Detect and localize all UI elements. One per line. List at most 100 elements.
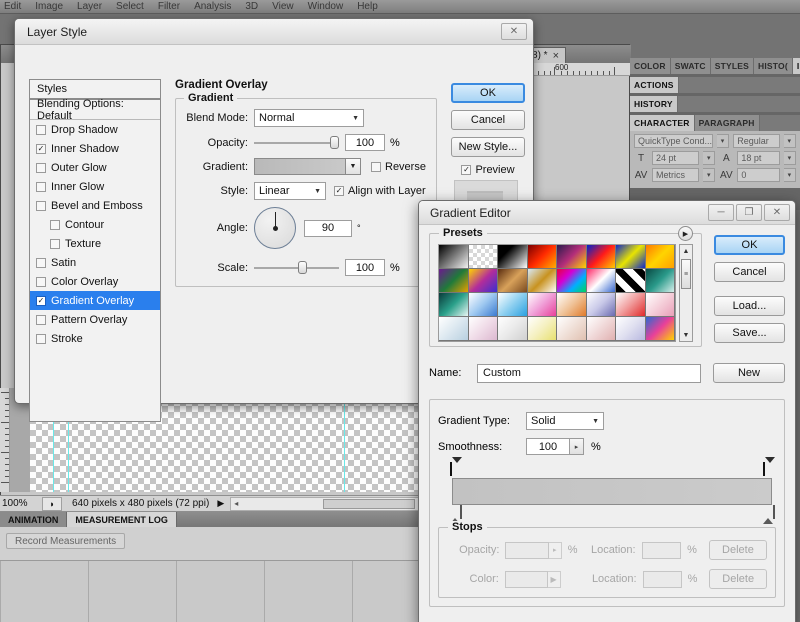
style-item-outer-glow[interactable]: Outer Glow (30, 158, 160, 177)
gradient-name-input[interactable]: Custom (477, 363, 701, 383)
chevron-down-icon[interactable]: ▼ (346, 158, 361, 175)
style-item-satin[interactable]: Satin (30, 253, 160, 272)
load-button[interactable]: Load... (714, 296, 785, 316)
menu-item-edit[interactable]: Edit (4, 1, 21, 12)
color-stop-right[interactable] (763, 505, 775, 524)
scale-input[interactable]: 100 (345, 259, 385, 276)
menu-item-filter[interactable]: Filter (158, 1, 180, 12)
tracking-field[interactable]: 0 (737, 168, 780, 182)
gradient-swatch[interactable] (254, 158, 346, 175)
slider-knob[interactable] (330, 136, 339, 149)
preset-swatch[interactable] (616, 293, 646, 317)
close-icon[interactable]: × (553, 50, 559, 62)
style-item-color-overlay[interactable]: Color Overlay (30, 272, 160, 291)
gradient-preview-strip[interactable] (452, 478, 772, 505)
tab-character[interactable]: CHARACTER (630, 115, 695, 131)
menu-item-view[interactable]: View (272, 1, 294, 12)
chevron-down-icon[interactable]: ▾ (783, 168, 796, 182)
style-item-contour[interactable]: Contour (30, 215, 160, 234)
preset-swatch[interactable] (498, 293, 528, 317)
smoothness-input[interactable]: 100 (526, 438, 570, 455)
preset-swatch[interactable] (557, 317, 587, 341)
layer-style-title-bar[interactable]: Layer Style ✕ (15, 19, 533, 45)
preset-swatch-grid[interactable] (438, 244, 676, 342)
chevron-down-icon[interactable]: ▾ (783, 134, 797, 148)
style-item-pattern-overlay[interactable]: Pattern Overlay (30, 310, 160, 329)
presets-flyout-icon[interactable]: ▶ (678, 226, 693, 241)
chevron-down-icon[interactable]: ▾ (703, 151, 716, 165)
leading-field[interactable]: 18 pt (737, 151, 780, 165)
kerning-field[interactable]: Metrics (651, 168, 700, 182)
close-icon[interactable]: ✕ (764, 204, 790, 221)
preset-swatch[interactable] (527, 269, 557, 293)
tab-measurement-log[interactable]: MEASUREMENT LOG (67, 512, 177, 527)
scroll-up-icon[interactable]: ▲ (680, 245, 692, 257)
style-item-texture[interactable]: Texture (30, 234, 160, 253)
tab-styles[interactable]: STYLES (710, 58, 755, 74)
preset-swatch[interactable] (616, 245, 646, 269)
horizontal-scrollbar[interactable]: ◂ ||| (230, 496, 430, 511)
preset-swatch[interactable] (586, 245, 616, 269)
style-item-inner-shadow[interactable]: ✓ Inner Shadow (30, 139, 160, 158)
ok-button[interactable]: OK (714, 235, 785, 255)
preset-swatch[interactable] (645, 245, 675, 269)
checkbox[interactable] (36, 162, 46, 173)
checkbox[interactable] (50, 219, 60, 230)
cancel-button[interactable]: Cancel (714, 262, 785, 282)
tab-color[interactable]: COLOR (630, 58, 671, 74)
preset-swatch[interactable] (498, 317, 528, 341)
menu-item-image[interactable]: Image (35, 1, 63, 12)
angle-dial[interactable] (254, 207, 296, 249)
styles-list[interactable]: Styles Blending Options: Default Drop Sh… (29, 79, 161, 422)
font-size-field[interactable]: 24 pt (651, 151, 700, 165)
preset-swatch[interactable] (498, 269, 528, 293)
preset-swatch[interactable] (468, 269, 498, 293)
checkbox[interactable] (36, 276, 46, 287)
preset-swatch[interactable] (468, 317, 498, 341)
save-button[interactable]: Save... (714, 323, 785, 343)
scroll-left-icon[interactable]: ◂ (234, 499, 238, 508)
checkbox[interactable] (36, 314, 46, 325)
preset-scrollbar[interactable]: ▲ ≡ ▼ (679, 244, 693, 342)
opacity-input[interactable]: 100 (345, 134, 385, 151)
style-item-inner-glow[interactable]: Inner Glow (30, 177, 160, 196)
zoom-tool-icon[interactable]: ◗ (42, 496, 62, 511)
angle-input[interactable]: 90 (304, 219, 352, 237)
preset-swatch[interactable] (439, 245, 469, 269)
align-with-layer-row[interactable]: ✓ Align with Layer (334, 185, 426, 197)
checkbox[interactable]: ✓ (334, 186, 344, 196)
preset-swatch[interactable] (468, 245, 498, 269)
preset-swatch[interactable] (616, 317, 646, 341)
preset-swatch[interactable] (586, 317, 616, 341)
tab-info[interactable]: INFO (792, 58, 800, 74)
preset-swatch[interactable] (645, 293, 675, 317)
preset-swatch[interactable] (557, 245, 587, 269)
style-select[interactable]: Linear ▼ (254, 182, 326, 200)
maximize-icon[interactable]: ❐ (736, 204, 762, 221)
blending-options-item[interactable]: Blending Options: Default (30, 98, 160, 122)
close-icon[interactable]: ✕ (501, 23, 527, 40)
menu-item-help[interactable]: Help (357, 1, 378, 12)
menu-item-select[interactable]: Select (116, 1, 144, 12)
checkbox[interactable]: ✓ (36, 295, 46, 306)
checkbox[interactable]: ✓ (36, 143, 46, 154)
chevron-down-icon[interactable]: ▾ (716, 134, 730, 148)
scroll-down-icon[interactable]: ▼ (680, 329, 692, 341)
opacity-stop-left[interactable] (450, 457, 462, 478)
checkbox[interactable]: ✓ (461, 165, 472, 175)
scrollbar-thumb[interactable]: ≡ (681, 259, 691, 289)
reverse-checkbox-row[interactable]: Reverse (371, 161, 426, 173)
gradient-type-select[interactable]: Solid ▼ (526, 412, 604, 430)
preset-swatch[interactable] (557, 269, 587, 293)
new-style-button[interactable]: New Style... (451, 137, 525, 157)
tab-history[interactable]: HISTORY (630, 96, 678, 112)
cancel-button[interactable]: Cancel (451, 110, 525, 130)
font-style-field[interactable]: Regular (733, 134, 780, 148)
tab-actions[interactable]: ACTIONS (630, 77, 679, 93)
checkbox[interactable] (36, 124, 46, 135)
opacity-slider[interactable] (254, 136, 339, 150)
chevron-down-icon[interactable]: ▾ (703, 168, 716, 182)
preset-swatch[interactable] (527, 317, 557, 341)
checkbox[interactable] (50, 238, 60, 249)
preset-swatch[interactable] (439, 293, 469, 317)
